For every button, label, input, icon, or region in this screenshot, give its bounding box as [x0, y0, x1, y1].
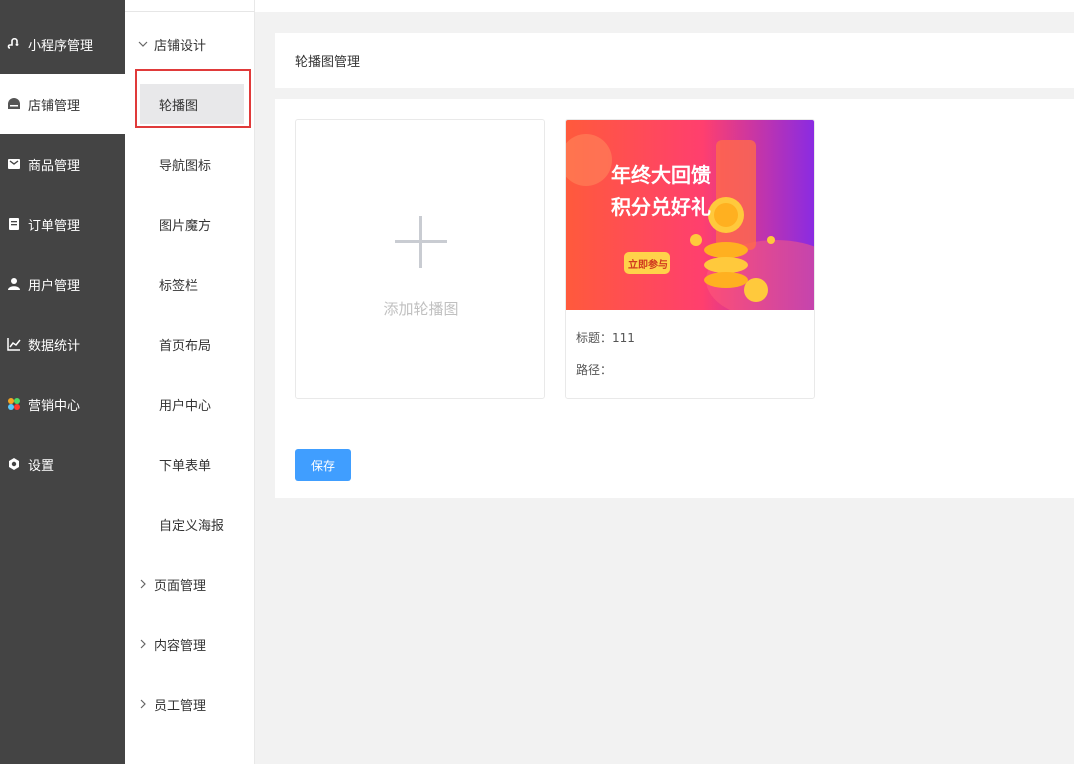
- add-carousel-button[interactable]: 添加轮播图: [295, 119, 545, 399]
- carousel-title: 标题：111: [576, 331, 635, 345]
- sidebar-item-label: 小程序管理: [28, 38, 94, 54]
- submenu-item-label: 自定义海报: [159, 518, 225, 534]
- submenu-item-order-form[interactable]: 下单表单: [125, 434, 255, 494]
- sidebar-item-label: 用户管理: [28, 278, 81, 294]
- submenu-group-label: 内容管理: [154, 638, 207, 654]
- chevron-right-icon: [136, 579, 150, 589]
- sidebar-item-marketing[interactable]: 营销中心: [0, 374, 125, 434]
- submenu-item-label: 标签栏: [159, 278, 199, 294]
- sidebar-item-label: 设置: [28, 458, 55, 474]
- sidebar-item-store[interactable]: 店铺管理: [0, 74, 125, 134]
- sidebar-item-stats[interactable]: 数据统计: [0, 314, 125, 374]
- top-bar: [255, 0, 1074, 12]
- carousel-panel: 添加轮播图 年终大回馈 积分兑好礼 立即参与 标题：111 路径： 保存: [275, 99, 1074, 498]
- store-icon: [7, 97, 21, 111]
- sidebar-item-settings[interactable]: 设置: [0, 434, 125, 494]
- chevron-right-icon: [136, 639, 150, 649]
- sidebar-item-users[interactable]: 用户管理: [0, 254, 125, 314]
- submenu-item-label: 用户中心: [159, 398, 212, 414]
- submenu-item-label: 下单表单: [159, 458, 212, 474]
- sidebar-item-label: 数据统计: [28, 338, 81, 354]
- submenu-group-page[interactable]: 页面管理: [125, 554, 255, 614]
- carousel-path: 路径：: [576, 363, 613, 377]
- submenu-item-custom-poster[interactable]: 自定义海报: [125, 494, 255, 554]
- sidebar-item-label: 商品管理: [28, 158, 81, 174]
- save-button[interactable]: 保存: [295, 449, 351, 481]
- submenu-group-content[interactable]: 内容管理: [125, 614, 255, 674]
- submenu-item-label: 导航图标: [159, 158, 212, 174]
- banner-headline-2: 积分兑好礼: [611, 195, 711, 219]
- miniprogram-icon: [7, 37, 21, 51]
- carousel-card[interactable]: 年终大回馈 积分兑好礼 立即参与 标题：111 路径：: [565, 119, 815, 399]
- submenu-item-nav-icons[interactable]: 导航图标: [125, 134, 255, 194]
- main-sidebar: 小程序管理 店铺管理 商品管理 订单管理 用户管理 数据统计 营销中心 设置: [0, 0, 125, 764]
- store-submenu: 店铺设计 轮播图 导航图标 图片魔方 标签栏 首页布局 用户中心 下单表单 自定…: [125, 0, 255, 764]
- submenu-item-label: 首页布局: [159, 338, 212, 354]
- marketing-icon: [7, 397, 21, 411]
- submenu-group-label: 店铺设计: [154, 38, 207, 54]
- order-icon: [7, 217, 21, 231]
- banner-headline-1: 年终大回馈: [611, 163, 711, 187]
- sidebar-item-label: 营销中心: [28, 398, 81, 414]
- submenu-item-user-center[interactable]: 用户中心: [125, 374, 255, 434]
- add-carousel-label: 添加轮播图: [383, 300, 459, 318]
- sidebar-item-goods[interactable]: 商品管理: [0, 134, 125, 194]
- settings-icon: [7, 457, 21, 471]
- banner-cta: 立即参与: [628, 258, 668, 271]
- submenu-item-label: 图片魔方: [159, 218, 212, 234]
- main-content: 轮播图管理 添加轮播图 年终大回馈 积分兑好礼 立即参与 标题：111 路径： …: [255, 0, 1074, 764]
- submenu-group-staff[interactable]: 员工管理: [125, 674, 255, 734]
- submenu-group-label: 员工管理: [154, 698, 207, 714]
- submenu-item-tabbar[interactable]: 标签栏: [125, 254, 255, 314]
- submenu-group-label: 页面管理: [154, 578, 207, 594]
- sidebar-item-miniprogram[interactable]: 小程序管理: [0, 14, 125, 74]
- goods-icon: [7, 157, 21, 171]
- page-title: 轮播图管理: [295, 55, 361, 70]
- chart-icon: [7, 337, 21, 351]
- panel-header: 轮播图管理: [275, 33, 1074, 88]
- submenu-item-carousel[interactable]: 轮播图: [140, 84, 244, 124]
- submenu-item-label: 轮播图: [159, 98, 199, 114]
- sidebar-item-label: 店铺管理: [28, 98, 81, 114]
- submenu-top-divider: [125, 0, 255, 12]
- sidebar-item-orders[interactable]: 订单管理: [0, 194, 125, 254]
- carousel-banner-image: 年终大回馈 积分兑好礼 立即参与: [566, 120, 814, 310]
- chevron-right-icon: [136, 699, 150, 709]
- plus-icon: [395, 216, 447, 268]
- submenu-item-image-cube[interactable]: 图片魔方: [125, 194, 255, 254]
- submenu-group-store-design[interactable]: 店铺设计: [125, 14, 255, 74]
- chevron-down-icon: [136, 39, 150, 49]
- submenu-item-home-layout[interactable]: 首页布局: [125, 314, 255, 374]
- sidebar-item-label: 订单管理: [28, 218, 81, 234]
- user-icon: [7, 277, 21, 291]
